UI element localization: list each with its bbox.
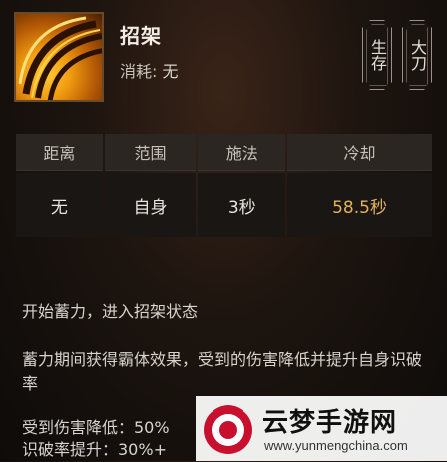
header-range: 范围 [104, 134, 197, 171]
site-watermark: 云梦手游网 www.yunmengchina.com [196, 396, 447, 461]
header-distance: 距离 [16, 134, 103, 171]
watermark-title: 云梦手游网 [262, 408, 398, 438]
parry-skill-icon [14, 12, 104, 102]
cost-label: 消耗: [120, 62, 158, 81]
skill-name: 招架 [120, 24, 162, 48]
watermark-url: www.yunmengchina.com [264, 438, 408, 453]
skill-stats-table: 距离 范围 施法 冷却 无 自身 3秒 58.5秒 [14, 132, 434, 239]
value-cooldown: 58.5秒 [287, 173, 432, 237]
value-cast: 3秒 [198, 173, 286, 237]
tag-label: 生存 [368, 39, 387, 71]
desc-damage-reduction: 受到伤害降低：50% [22, 418, 170, 437]
desc-line-2: 蓄力期间获得霸体效果，受到的伤害降低并提升自身识破率 [22, 350, 423, 393]
desc-line-1: 开始蓄力，进入招架状态 [22, 302, 199, 321]
value-range: 自身 [104, 173, 197, 237]
cost-value: 无 [162, 62, 179, 81]
stats-header-row: 距离 范围 施法 冷却 [16, 134, 432, 171]
skill-cost: 消耗: 无 [120, 58, 179, 82]
tag-weapon-blade: 大刀 [402, 20, 432, 90]
tag-survival: 生存 [362, 20, 392, 90]
watermark-logo-icon [204, 405, 252, 454]
skill-header: 招架 消耗: 无 生存 大刀 [0, 0, 447, 130]
header-cooldown: 冷却 [287, 134, 432, 171]
stats-value-row: 无 自身 3秒 58.5秒 [16, 173, 432, 237]
tag-label: 大刀 [408, 39, 427, 71]
desc-break-rate: 识破率提升：30%+ [22, 440, 167, 459]
header-cast: 施法 [198, 134, 286, 171]
value-distance: 无 [16, 173, 103, 237]
